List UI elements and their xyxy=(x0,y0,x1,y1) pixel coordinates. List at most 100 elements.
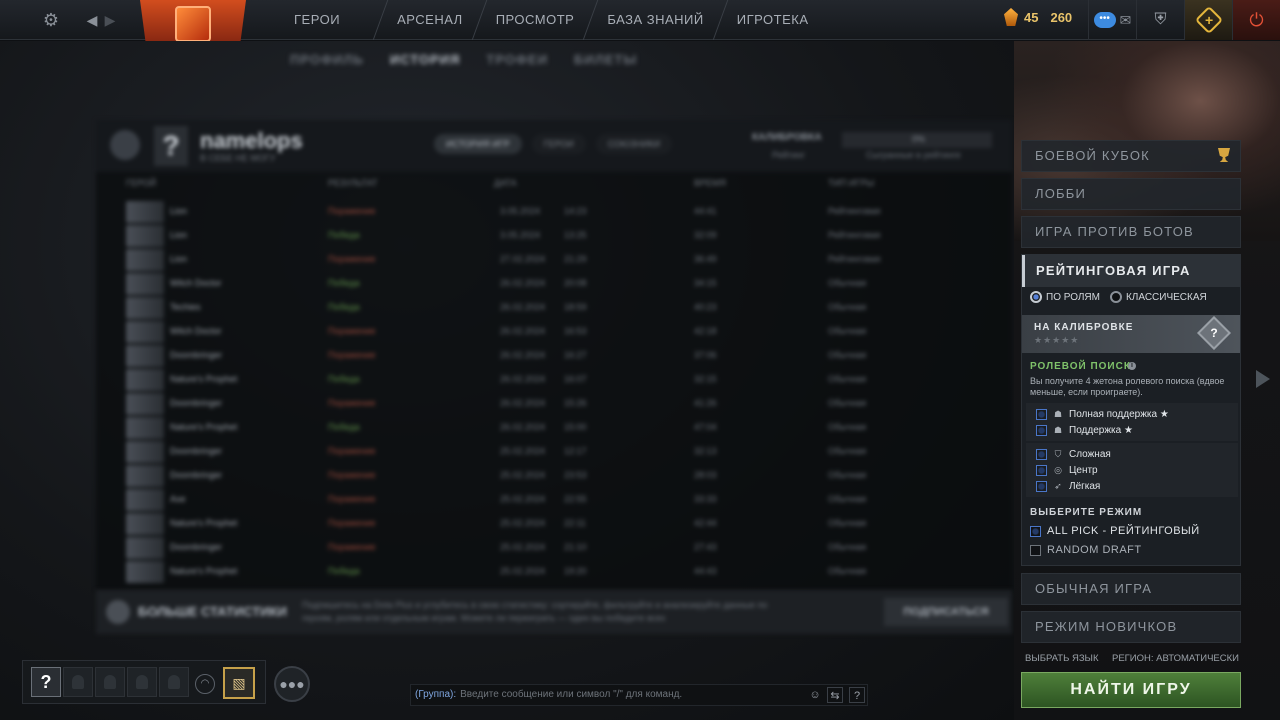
checkbox[interactable] xyxy=(1036,448,1047,460)
hero-name: Techies xyxy=(170,302,201,312)
tab-tickets[interactable]: БИЛЕТЫ xyxy=(574,52,637,67)
table-row[interactable]: Doombringer Поражение 26.02.2024 16:27 37:06… xyxy=(96,344,1012,367)
checkbox[interactable] xyxy=(1036,480,1047,492)
table-row[interactable]: Doombringer Поражение 25.02.2024 12:17 32:13… xyxy=(96,440,1012,463)
normal-game-button[interactable]: ОБЫЧНАЯ ИГРА xyxy=(1021,573,1241,605)
emoji-icon[interactable]: ☺ xyxy=(807,687,823,703)
mode-random-draft[interactable]: RANDOM DRAFT xyxy=(1030,544,1142,556)
chat-bubble-icon: ••• xyxy=(1093,12,1116,28)
chevron-right-icon[interactable]: ▶ xyxy=(98,8,122,32)
role-hard-support[interactable]: ☗ Полная поддержка ★ xyxy=(1036,407,1169,421)
power-button[interactable]: ⏻ xyxy=(1232,0,1280,40)
match-result: Поражение xyxy=(328,398,376,408)
table-row[interactable]: Doombringer Поражение 25.02.2024 23:53 28:03… xyxy=(96,464,1012,487)
party-slot-empty[interactable] xyxy=(95,667,125,697)
role-offlane[interactable]: ⛉ Сложная xyxy=(1036,447,1111,461)
nav-arcade[interactable]: ИГРОТЕКА xyxy=(721,0,825,40)
match-date: 3.05.2024 xyxy=(500,230,541,240)
rank-medal-icon[interactable]: ▧ xyxy=(223,667,255,699)
party-slot-empty[interactable] xyxy=(127,667,157,697)
checkbox[interactable] xyxy=(1036,424,1047,436)
tab-profile[interactable]: ПРОФИЛЬ xyxy=(290,52,364,67)
lobby-label: ЛОББИ xyxy=(1035,186,1087,201)
tab-allies[interactable]: СОЮЗНИКИ xyxy=(595,134,673,154)
subscribe-button[interactable]: ПОДПИСАТЬСЯ xyxy=(884,598,1008,626)
role-safelane[interactable]: ➶ Лёгкая xyxy=(1036,479,1100,493)
armory-button[interactable]: ⛨ xyxy=(1136,0,1184,40)
match-date: 25.02.2024 xyxy=(500,566,546,576)
match-duration: 32:09 xyxy=(694,230,717,240)
bots-button[interactable]: ИГРА ПРОТИВ БОТОВ xyxy=(1021,216,1241,248)
table-row[interactable]: Witch Doctor Победа 26.02.2024 20:08 34:15 Об… xyxy=(96,272,1012,295)
radio-classic[interactable]: КЛАССИЧЕСКАЯ xyxy=(1109,291,1207,303)
match-date: 3.05.2024 xyxy=(500,206,541,216)
lobby-button[interactable]: ЛОББИ xyxy=(1021,178,1241,210)
chat-switch-icon[interactable]: ⇆ xyxy=(827,687,843,703)
checkbox[interactable] xyxy=(1030,525,1041,537)
gold-count: 260 xyxy=(1050,9,1073,25)
table-row[interactable]: Axe Поражение 25.02.2024 22:55 33:33 Обычная xyxy=(96,488,1012,511)
match-time: 12:17 xyxy=(564,446,587,456)
stats-title: БОЛЬШЕ СТАТИСТИКИ xyxy=(138,604,287,619)
table-row[interactable]: Lion Победа 3.05.2024 13:25 32:09 Рейтинговая xyxy=(96,224,1012,247)
table-row[interactable]: Nature's Prophet Победа 25.02.2024 19:20 44:… xyxy=(96,560,1012,583)
tab-match-history[interactable]: ИСТОРИЯ ИГР xyxy=(434,134,522,154)
calibration-title: НА КАЛИБРОВКЕ xyxy=(1034,322,1134,333)
table-row[interactable]: Lion Поражение 3.05.2024 14:23 44:41 Рейтинго… xyxy=(96,200,1012,223)
role-support[interactable]: ☗ Поддержка ★ xyxy=(1036,423,1133,437)
region-link[interactable]: РЕГИОН: АВТОМАТИЧЕСКИ xyxy=(1112,653,1239,664)
party-finder-button[interactable]: ●●● xyxy=(274,666,310,702)
col-hero[interactable]: ГЕРОЙ xyxy=(126,178,156,188)
ranked-title[interactable]: РЕЙТИНГОВАЯ ИГРА xyxy=(1022,255,1240,287)
info-icon[interactable]: i xyxy=(1128,362,1136,370)
table-row[interactable]: Nature's Prophet Поражение 25.02.2024 22:11… xyxy=(96,512,1012,535)
party-slot-empty[interactable] xyxy=(159,667,189,697)
currency-display[interactable]: 45 260 xyxy=(1004,8,1072,26)
chat-input[interactable]: (Группа): Введите сообщение или символ "/… xyxy=(410,684,868,706)
select-language-link[interactable]: ВЫБРАТЬ ЯЗЫК xyxy=(1025,653,1099,664)
hero-name: Lion xyxy=(170,230,188,240)
checkbox[interactable] xyxy=(1036,464,1047,476)
match-result: Поражение xyxy=(328,254,376,264)
table-row[interactable]: Techies Победа 26.02.2024 18:59 40:23 Обычная xyxy=(96,296,1012,319)
match-time: 14:23 xyxy=(564,206,587,216)
find-game-button[interactable]: НАЙТИ ИГРУ xyxy=(1021,672,1241,708)
headset-icon[interactable]: ◠ xyxy=(195,674,215,694)
help-icon[interactable]: ? xyxy=(849,687,865,703)
col-duration[interactable]: ВРЕМЯ xyxy=(694,178,726,188)
expand-arrow-icon[interactable] xyxy=(1256,370,1270,388)
tab-trophies[interactable]: ТРОФЕИ xyxy=(486,52,548,67)
chat-button[interactable]: ••• ✉ xyxy=(1088,0,1136,40)
nav-heroes[interactable]: ГЕРОИ xyxy=(278,0,380,40)
tab-history[interactable]: ИСТОРИЯ xyxy=(390,52,461,67)
table-row[interactable]: Lion Поражение 27.02.2024 21:29 36:49 Рейтинг… xyxy=(96,248,1012,271)
table-row[interactable]: Doombringer Поражение 25.02.2024 21:10 27:43… xyxy=(96,536,1012,559)
role-mid[interactable]: ◎ Центр xyxy=(1036,463,1098,477)
col-type[interactable]: ТИП ИГРЫ xyxy=(828,178,874,188)
checkbox[interactable] xyxy=(1036,408,1047,420)
tab-heroes[interactable]: ГЕРОИ xyxy=(531,134,586,154)
col-date[interactable]: ДАТА xyxy=(494,178,517,188)
newbie-mode-button[interactable]: РЕЖИМ НОВИЧКОВ xyxy=(1021,611,1241,643)
dota-plus-button[interactable]: + xyxy=(1184,0,1232,40)
mode-all-pick[interactable]: ALL PICK - РЕЙТИНГОВЫЙ xyxy=(1030,525,1200,537)
party-slot-self[interactable]: ? xyxy=(31,667,61,697)
checkbox[interactable] xyxy=(1030,544,1041,556)
match-date: 25.02.2024 xyxy=(500,494,546,504)
table-row[interactable]: Nature's Prophet Победа 26.02.2024 16:07 32:… xyxy=(96,368,1012,391)
nav-armory[interactable]: АРСЕНАЛ xyxy=(381,0,479,40)
table-row[interactable]: Doombringer Поражение 26.02.2024 15:26 41:26… xyxy=(96,392,1012,415)
table-row[interactable]: Nature's Prophet Победа 26.02.2024 15:00 47:… xyxy=(96,416,1012,439)
gear-icon[interactable]: ⚙ xyxy=(39,8,63,32)
nav-watch[interactable]: ПРОСМОТР xyxy=(480,0,591,40)
radio-by-roles[interactable]: ПО РОЛЯМ xyxy=(1030,291,1100,303)
mode-random-draft-label: RANDOM DRAFT xyxy=(1047,544,1142,556)
avatar[interactable]: ? xyxy=(154,126,188,166)
match-time: 16:27 xyxy=(564,350,587,360)
battle-cup-button[interactable]: БОЕВОЙ КУБОК xyxy=(1021,140,1241,172)
col-result[interactable]: РЕЗУЛЬТАТ xyxy=(328,178,377,188)
table-row[interactable]: Witch Doctor Поражение 26.02.2024 16:53 42:1… xyxy=(96,320,1012,343)
nav-learn[interactable]: БАЗА ЗНАНИЙ xyxy=(591,0,719,40)
party-slot-empty[interactable] xyxy=(63,667,93,697)
chat-channel[interactable]: (Группа): xyxy=(415,689,456,700)
